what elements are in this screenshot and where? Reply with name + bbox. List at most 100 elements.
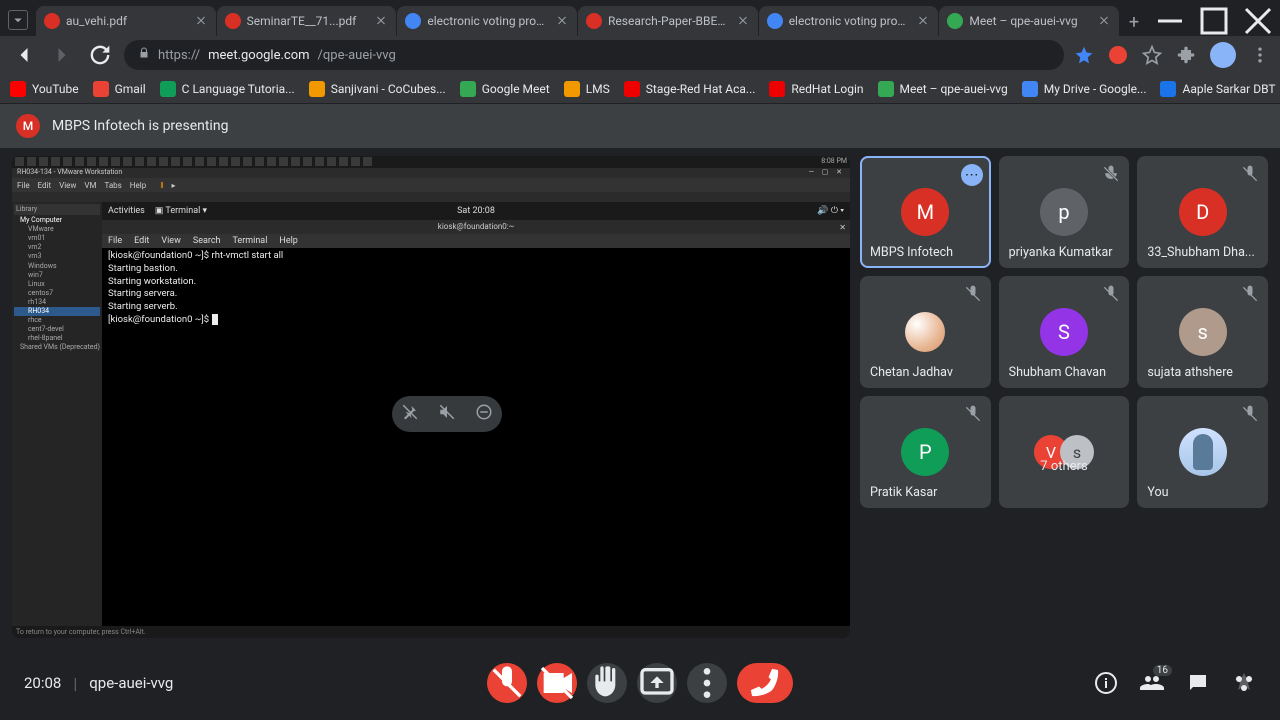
- close-icon[interactable]: [194, 14, 208, 28]
- bookmark-redhat-login[interactable]: RedHat Login: [769, 81, 863, 97]
- library-item[interactable]: Windows: [14, 262, 100, 271]
- participant-tile-you[interactable]: You: [1137, 396, 1268, 508]
- bookmark-redhat-stage[interactable]: Stage-Red Hat Aca...: [624, 81, 756, 97]
- presenter-avatar: M: [16, 114, 40, 138]
- tab-3[interactable]: Research-Paper-BBEVS.pdf: [578, 6, 758, 36]
- close-icon[interactable]: [1097, 14, 1111, 28]
- meeting-details-button[interactable]: [1094, 671, 1118, 695]
- participant-tile[interactable]: ⋯ M MBPS Infotech: [860, 156, 991, 268]
- mic-toggle-button[interactable]: [487, 663, 527, 703]
- close-icon[interactable]: [374, 14, 388, 28]
- term-menu-item[interactable]: Terminal: [233, 236, 268, 246]
- vm-menu-item[interactable]: View: [59, 181, 76, 190]
- new-tab-button[interactable]: +: [1120, 8, 1148, 36]
- mute-remote-icon[interactable]: [438, 403, 456, 425]
- terminal-close-icon[interactable]: ✕: [839, 221, 846, 235]
- extension-icon[interactable]: [1108, 45, 1128, 65]
- chrome-menu-button[interactable]: [1250, 45, 1270, 65]
- library-item[interactable]: VMware: [14, 225, 100, 234]
- close-icon[interactable]: [736, 14, 750, 28]
- term-menu-item[interactable]: Search: [193, 236, 221, 246]
- terminal-body[interactable]: [kiosk@foundation0 ~]$ rht-vmctl start a…: [102, 248, 850, 329]
- library-item[interactable]: vm2: [14, 243, 100, 252]
- term-menu-item[interactable]: View: [161, 236, 180, 246]
- unpin-icon[interactable]: [401, 403, 419, 425]
- bookmark-lms[interactable]: LMS: [564, 81, 610, 97]
- tab-2[interactable]: electronic voting process u...: [397, 6, 577, 36]
- vm-menu-item[interactable]: Edit: [38, 181, 52, 190]
- participant-tile[interactable]: p priyanka Kumatkar: [999, 156, 1130, 268]
- people-button[interactable]: 16: [1140, 671, 1164, 695]
- library-item[interactable]: win7: [14, 271, 100, 280]
- present-screen-button[interactable]: [637, 663, 677, 703]
- library-item[interactable]: cent7-devel: [14, 325, 100, 334]
- bookmark-gmail[interactable]: Gmail: [93, 81, 146, 97]
- chat-button[interactable]: [1186, 671, 1210, 695]
- profile-avatar[interactable]: [1210, 42, 1236, 68]
- remove-icon[interactable]: [475, 403, 493, 425]
- forward-button[interactable]: [48, 41, 76, 69]
- tab-search-button[interactable]: [8, 10, 28, 30]
- library-item[interactable]: rh134: [14, 298, 100, 307]
- term-menu-item[interactable]: Edit: [134, 236, 149, 246]
- url-input[interactable]: https://meet.google.com/qpe-auei-vvg: [124, 40, 1064, 70]
- camera-toggle-button[interactable]: [537, 663, 577, 703]
- reload-button[interactable]: [86, 41, 114, 69]
- bookmark-label: RedHat Login: [791, 82, 863, 96]
- library-item[interactable]: My Computer: [14, 216, 100, 225]
- minimize-button[interactable]: [1148, 6, 1192, 36]
- vm-menu-item[interactable]: File: [17, 181, 30, 190]
- shared-screen[interactable]: 8:08 PM RH034-134 - VMware Workstation— …: [12, 156, 850, 638]
- participant-tile[interactable]: Chetan Jadhav: [860, 276, 991, 388]
- tile-more-icon[interactable]: ⋯: [961, 164, 983, 186]
- leave-call-button[interactable]: [737, 663, 793, 703]
- extensions-button[interactable]: [1176, 45, 1196, 65]
- library-item[interactable]: Linux: [14, 280, 100, 289]
- back-button[interactable]: [10, 41, 38, 69]
- raise-hand-button[interactable]: [587, 663, 627, 703]
- more-options-button[interactable]: [687, 663, 727, 703]
- bookmark-clang[interactable]: C Language Tutoria...: [160, 81, 295, 97]
- bookmark-meet2[interactable]: Meet – qpe-auei-vvg: [878, 81, 1008, 97]
- vm-menu-item[interactable]: Help: [130, 181, 146, 190]
- vm-menu-item[interactable]: Tabs: [104, 181, 121, 190]
- bookmark-youtube[interactable]: YouTube: [10, 81, 79, 97]
- participant-grid: ⋯ M MBPS Infotech p priyanka Kumatkar D …: [860, 156, 1268, 638]
- gnome-activities[interactable]: Activities: [108, 206, 145, 216]
- close-icon[interactable]: [916, 14, 930, 28]
- participant-tile[interactable]: P Pratik Kasar: [860, 396, 991, 508]
- participant-name: sujata athshere: [1147, 365, 1258, 380]
- participant-tile[interactable]: S Shubham Chavan: [999, 276, 1130, 388]
- maximize-button[interactable]: [1192, 6, 1236, 36]
- reading-list-icon[interactable]: [1142, 45, 1162, 65]
- vm-menu-item[interactable]: VM: [84, 181, 96, 190]
- participant-tile[interactable]: D 33_Shubham Dha...: [1137, 156, 1268, 268]
- activities-button[interactable]: [1232, 671, 1256, 695]
- close-window-button[interactable]: [1236, 6, 1280, 36]
- tab-0[interactable]: au_vehi.pdf: [36, 6, 216, 36]
- library-item[interactable]: centos7: [14, 289, 100, 298]
- tab-1[interactable]: SeminarTE__71...pdf: [217, 6, 397, 36]
- bookmark-star-icon[interactable]: [1074, 45, 1094, 65]
- bookmark-aaple[interactable]: Aaple Sarkar DBT: [1160, 81, 1275, 97]
- participant-name: MBPS Infotech: [870, 245, 981, 260]
- library-item-selected[interactable]: RH034: [14, 307, 100, 316]
- participant-tile[interactable]: s sujata athshere: [1137, 276, 1268, 388]
- close-icon[interactable]: [555, 14, 569, 28]
- bookmark-meet[interactable]: Google Meet: [460, 81, 550, 97]
- gnome-app-name[interactable]: Terminal ▾: [165, 206, 207, 216]
- gnome-system-menu[interactable]: 🔊 ⏻ ▾: [817, 206, 844, 216]
- tab-4[interactable]: electronic voting process u...: [759, 6, 939, 36]
- library-item[interactable]: Shared VMs (Deprecated): [14, 343, 100, 352]
- library-item[interactable]: rhel-8panel: [14, 334, 100, 343]
- library-item[interactable]: vm01: [14, 234, 100, 243]
- library-item[interactable]: vm3: [14, 252, 100, 261]
- bookmark-sanjivani[interactable]: Sanjivani - CoCubes...: [309, 81, 446, 97]
- vm-library-panel[interactable]: Library My Computer VMware vm01 vm2 vm3 …: [12, 202, 102, 626]
- tab-5-active[interactable]: Meet – qpe-auei-vvg: [939, 6, 1119, 36]
- term-menu-item[interactable]: Help: [279, 236, 297, 246]
- bookmark-drive[interactable]: My Drive - Google...: [1022, 81, 1147, 97]
- library-item[interactable]: rhce: [14, 316, 100, 325]
- term-menu-item[interactable]: File: [108, 236, 122, 246]
- participant-tile-others[interactable]: V s 7 others: [999, 396, 1130, 508]
